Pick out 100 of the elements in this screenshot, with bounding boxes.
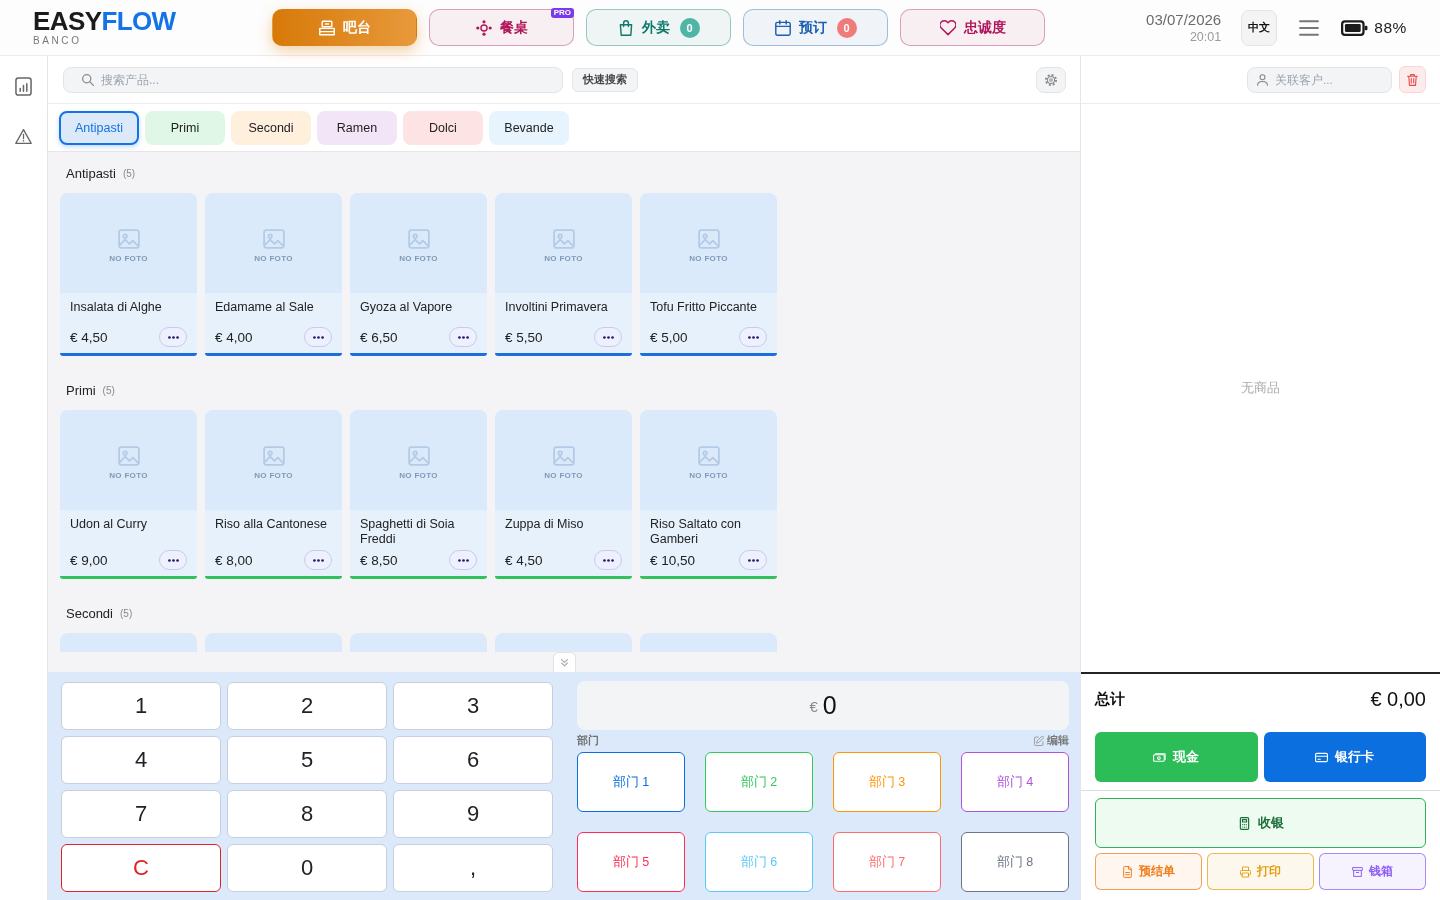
more-icon — [747, 335, 759, 339]
table-icon — [475, 19, 492, 36]
product-card[interactable]: NO FOTO Riso alla Cantonese € 8,00 — [205, 410, 342, 579]
section-count: (5) — [120, 607, 133, 619]
product-price: € 4,50 — [70, 329, 108, 345]
more-button[interactable] — [304, 327, 332, 347]
product-card[interactable]: NO FOTO Zuppa di Miso € 4,50 — [495, 410, 632, 579]
mode-tab[interactable]: 预订 0 — [743, 9, 888, 46]
category-tab[interactable]: Primi — [145, 110, 225, 145]
keypad-key[interactable]: 7 — [61, 790, 221, 838]
menu-icon[interactable] — [1299, 19, 1320, 36]
keypad-key[interactable]: 3 — [393, 682, 553, 730]
keypad-key[interactable]: C — [61, 844, 221, 892]
more-button[interactable] — [739, 550, 767, 570]
image-icon — [407, 446, 430, 466]
chart-icon[interactable] — [15, 77, 32, 96]
more-button[interactable] — [739, 327, 767, 347]
no-photo-label: NO FOTO — [689, 471, 728, 480]
more-button[interactable] — [159, 327, 187, 347]
document-icon — [1122, 865, 1133, 878]
no-photo-label: NO FOTO — [689, 254, 728, 263]
mode-tab[interactable]: 忠诚度 — [900, 9, 1045, 46]
more-button[interactable] — [594, 327, 622, 347]
checkout-button[interactable]: 收银 — [1095, 798, 1426, 848]
no-photo-label: NO FOTO — [109, 471, 148, 480]
keypad-key[interactable]: 1 — [61, 682, 221, 730]
product-card[interactable]: NO FOTO Udon al Curry € 9,00 — [60, 410, 197, 579]
card-icon — [1315, 750, 1329, 764]
product-card[interactable]: NO FOTO Riso Saltato con Gamberi € 10,50 — [640, 410, 777, 579]
collapse-handle[interactable] — [552, 652, 576, 672]
search-field[interactable]: 搜索产品... — [63, 66, 563, 93]
keypad-key[interactable]: 4 — [61, 736, 221, 784]
category-tab[interactable]: Antipasti — [59, 110, 139, 145]
product-name: Riso Saltato con Gamberi — [650, 517, 743, 547]
warning-icon[interactable] — [15, 127, 32, 146]
payment-button[interactable]: 银行卡 — [1263, 732, 1426, 782]
keypad-key[interactable]: 0 — [227, 844, 387, 892]
delete-button[interactable] — [1399, 66, 1426, 93]
more-button[interactable] — [449, 550, 477, 570]
category-tab[interactable]: Secondi — [231, 110, 311, 145]
settings-button[interactable] — [1036, 66, 1066, 93]
product-price: € 10,50 — [650, 552, 696, 568]
more-icon — [167, 558, 179, 562]
product-card[interactable]: NO FOTO Gyoza al Vapore € 6,50 — [350, 193, 487, 356]
product-card[interactable]: NO FOTO Spaghetti di Soia Freddi € 8,50 — [350, 410, 487, 579]
product-price: € 5,50 — [505, 329, 543, 345]
category-tab[interactable]: Ramen — [317, 110, 397, 145]
no-photo-label: NO FOTO — [109, 254, 148, 263]
department-button[interactable]: 部门 8 — [961, 832, 1069, 892]
keypad-key[interactable]: 6 — [393, 736, 553, 784]
more-button[interactable] — [594, 550, 622, 570]
image-icon — [552, 229, 575, 249]
product-name: Involtini Primavera — [505, 300, 609, 315]
keypad-key[interactable]: 2 — [227, 682, 387, 730]
department-button[interactable]: 部门 4 — [961, 752, 1069, 812]
image-icon — [697, 446, 720, 466]
section-title: Antipasti — [66, 165, 116, 181]
keypad-key[interactable]: , — [393, 844, 553, 892]
bag-icon — [617, 19, 634, 36]
product-price: € 4,00 — [215, 329, 253, 345]
product-card[interactable]: NO FOTO Involtini Primavera € 5,50 — [495, 193, 632, 356]
section-title: Primi — [66, 382, 96, 398]
more-button[interactable] — [159, 550, 187, 570]
department-button[interactable]: 部门 1 — [577, 752, 685, 812]
product-card[interactable]: NO FOTO Tofu Fritto Piccante € 5,00 — [640, 193, 777, 356]
action-button[interactable]: 钱箱 — [1319, 853, 1426, 890]
product-card[interactable]: NO FOTO Edamame al Sale € 4,00 — [205, 193, 342, 356]
more-icon — [747, 558, 759, 562]
time-text: 20:01 — [1189, 28, 1222, 45]
more-icon — [312, 558, 324, 562]
keypad-key[interactable]: 9 — [393, 790, 553, 838]
section-count: (5) — [122, 167, 136, 179]
department-button[interactable]: 部门 5 — [577, 832, 685, 892]
product-name: Zuppa di Miso — [505, 517, 585, 532]
keypad-key[interactable]: 8 — [227, 790, 387, 838]
heart-icon — [939, 19, 956, 36]
calendar-icon — [774, 19, 791, 36]
language-button[interactable]: 中文 — [1241, 9, 1278, 46]
category-tab[interactable]: Dolci — [403, 110, 483, 145]
section-count: (5) — [102, 384, 115, 396]
no-photo-label: NO FOTO — [544, 471, 583, 480]
category-tab[interactable]: Bevande — [489, 110, 569, 145]
mode-tab[interactable]: 餐桌 PRO — [429, 9, 574, 46]
chevrons-down-icon — [560, 658, 568, 667]
mode-tab[interactable]: 外卖 0 — [586, 9, 731, 46]
more-icon — [602, 335, 614, 339]
keypad-key[interactable]: 5 — [227, 736, 387, 784]
image-icon — [407, 229, 430, 249]
image-icon — [262, 446, 285, 466]
more-button[interactable] — [304, 550, 332, 570]
product-card[interactable]: NO FOTO Insalata di Alghe € 4,50 — [60, 193, 197, 356]
image-icon — [552, 446, 575, 466]
customer-field[interactable]: 关联客户... — [1247, 66, 1392, 93]
battery-percentage: 88% — [1374, 18, 1407, 37]
edit-link[interactable]: 编辑 — [1034, 734, 1069, 748]
date-text: 03/07/2026 — [1146, 10, 1222, 29]
quick-search-button[interactable]: 快速搜索 — [572, 67, 638, 92]
more-icon — [312, 335, 324, 339]
image-icon — [117, 229, 140, 249]
more-button[interactable] — [449, 327, 477, 347]
